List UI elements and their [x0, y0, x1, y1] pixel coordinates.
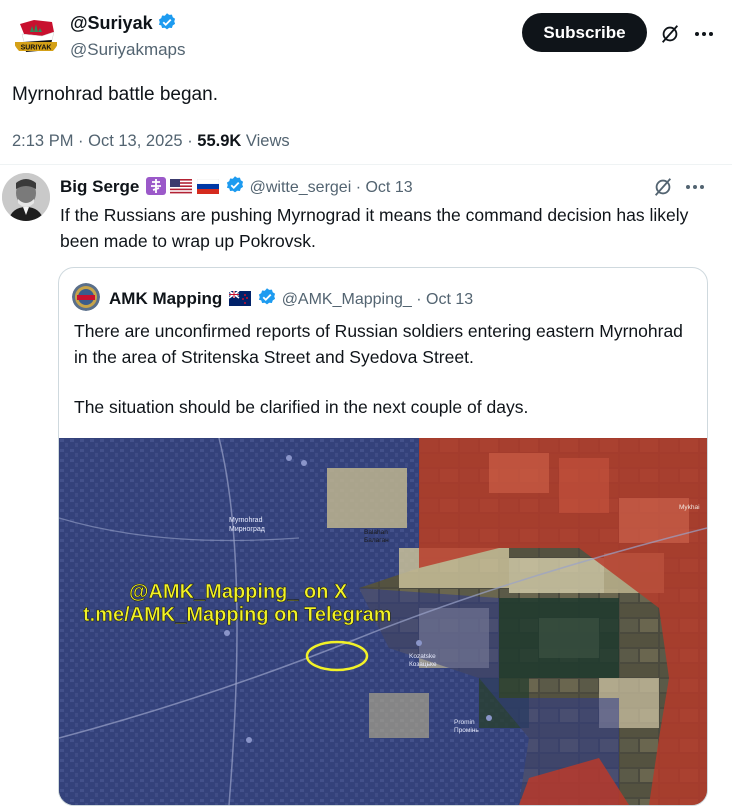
divider — [0, 164, 732, 165]
quote-handle[interactable]: @witte_sergei — [250, 179, 352, 196]
map-label-promin-ua: Промінь — [454, 726, 479, 734]
nested-handle[interactable]: @AMK_Mapping_ — [282, 291, 412, 308]
tweet-time[interactable]: 2:13 PM — [12, 132, 73, 150]
display-name[interactable]: @Suriyak — [70, 13, 153, 33]
meta-separator: · — [182, 132, 198, 150]
grok-icon[interactable] — [656, 20, 684, 48]
verified-badge-icon — [257, 287, 277, 312]
map-label-balahan: Balahan — [364, 529, 388, 536]
verified-badge-icon — [225, 175, 245, 200]
views-count: 55.9K — [197, 132, 242, 150]
main-author-name[interactable]: @Suriyak — [70, 12, 177, 37]
map-label-promin: Promin — [454, 719, 475, 726]
quote-header: Big Serge @witte_sergei · Oct 13 — [60, 175, 413, 200]
map-image[interactable]: Myrnohrad Мирноград Balahan Балаган Koza… — [59, 438, 707, 805]
map-watermark-x: @AMK_Mapping_ on X — [129, 581, 348, 603]
nested-text-paragraph-1: There are unconfirmed reports of Russian… — [74, 321, 683, 367]
nested-display-name[interactable]: AMK Mapping — [109, 289, 222, 308]
nested-quote-card[interactable]: AMK Mapping @AMK_Mapping_ · Oct 13 There… — [58, 267, 708, 806]
meta-separator: · — [73, 132, 89, 150]
main-tweet-text: Myrnohrad battle began. — [12, 84, 218, 105]
orthodox-cross-emoji-icon — [145, 177, 166, 195]
meta-separator: · — [416, 291, 422, 308]
map-label-myrnohrad: Myrnohrad — [229, 517, 263, 524]
nested-header: AMK Mapping @AMK_Mapping_ · Oct 13 — [109, 287, 473, 312]
views-label: Views — [245, 132, 290, 150]
amk-avatar[interactable] — [72, 283, 100, 311]
main-author-handle[interactable]: @Suriyakmaps — [70, 40, 186, 60]
new-zealand-flag-icon — [228, 290, 251, 306]
map-label-mykhailivka: Mykhai — [679, 504, 700, 511]
nested-date[interactable]: Oct 13 — [426, 291, 473, 308]
avatar-logo-text: SURIYAK — [21, 45, 52, 52]
map-label-myrnohrad-ua: Мирноград — [229, 526, 265, 533]
tweet-meta: 2:13 PM · Oct 13, 2025 · 55.9K Views — [12, 132, 290, 151]
more-options-icon[interactable] — [690, 20, 718, 48]
map-watermark-telegram: t.me/AMK_Mapping on Telegram — [83, 604, 392, 626]
map-label-balahan-ua: Балаган — [364, 537, 389, 544]
nested-text-paragraph-2: The situation should be clarified in the… — [74, 397, 529, 417]
big-serge-avatar[interactable] — [2, 173, 50, 221]
russia-flag-icon — [196, 178, 219, 194]
map-label-kozatske: Kozatske — [409, 653, 436, 660]
subscribe-button[interactable]: Subscribe — [522, 13, 647, 52]
quote-date[interactable]: Oct 13 — [365, 179, 412, 196]
quote-tweet-text: If the Russians are pushing Myrnograd it… — [60, 205, 689, 251]
meta-separator: · — [355, 179, 362, 196]
tweet-date[interactable]: Oct 13, 2025 — [88, 132, 182, 150]
more-options-icon[interactable] — [682, 174, 708, 200]
quote-display-name[interactable]: Big Serge — [60, 177, 139, 196]
map-label-kozatske-ua: Козацьке — [409, 661, 437, 668]
suriyak-avatar[interactable]: SURIYAK — [12, 10, 60, 58]
verified-badge-icon — [157, 12, 177, 37]
us-flag-icon — [170, 179, 193, 194]
grok-icon[interactable] — [650, 174, 676, 200]
